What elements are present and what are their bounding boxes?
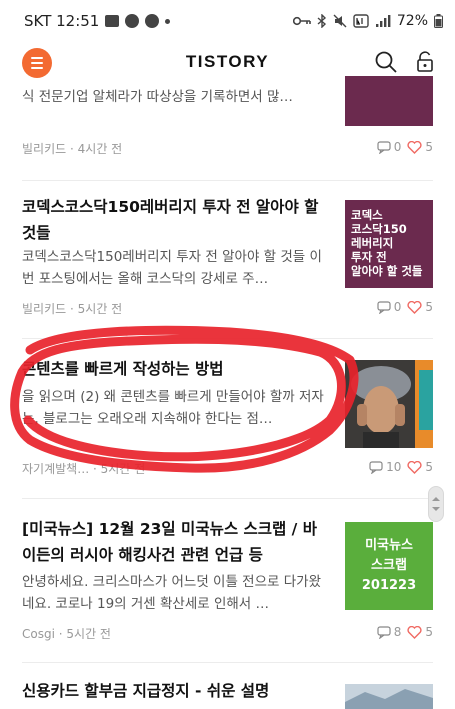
comment-count-value: 0	[393, 300, 402, 314]
divider	[22, 338, 433, 339]
more-notifications-icon	[165, 18, 171, 24]
status-bar-left: SKT 12:51	[24, 12, 171, 30]
comment-icon	[377, 140, 391, 154]
post-title[interactable]: 코덱스코스닥150레버리지 투자 전 알아야 할 것들	[22, 194, 327, 246]
search-icon[interactable]	[374, 50, 398, 74]
post-stats: 0 5	[377, 140, 433, 154]
comment-count-value: 8	[393, 625, 402, 639]
heart-icon	[407, 625, 422, 639]
scroll-up-arrow-icon	[432, 497, 440, 501]
thumbnail-line: 스크랩	[371, 558, 407, 573]
heart-icon	[407, 460, 422, 474]
meta-separator: ·	[70, 302, 78, 316]
post-thumbnail[interactable]	[345, 360, 433, 448]
post-thumbnail[interactable]	[345, 76, 433, 126]
comment-count[interactable]: 8	[377, 625, 402, 639]
post-time: 5시간 전	[77, 302, 123, 316]
comment-count-value: 0	[393, 140, 402, 154]
post-meta: 빌리키드 · 4시간 전	[22, 140, 122, 157]
app-notification-icon	[145, 14, 160, 28]
post-stats: 8 5	[377, 625, 433, 639]
thumbnail-photo	[345, 360, 433, 448]
post-thumbnail[interactable]: 미국뉴스 스크랩 201223	[345, 522, 433, 610]
key-icon	[292, 16, 311, 26]
scroll-down-arrow-icon	[432, 507, 440, 511]
lte-icon	[353, 14, 369, 28]
post-stats: 0 5	[377, 300, 433, 314]
divider	[22, 498, 433, 499]
post-title[interactable]: 콘텐츠를 빠르게 작성하는 방법	[22, 356, 327, 382]
post-time: 5시간 전	[100, 462, 146, 476]
comment-icon	[377, 625, 391, 639]
post-title[interactable]: [미국뉴스] 12월 23일 미국뉴스 스크랩 / 바이든의 러시아 해킹사건 …	[22, 516, 327, 568]
battery-percent: 72%	[396, 13, 428, 29]
fast-scroll-handle[interactable]	[428, 486, 444, 522]
comment-icon	[377, 300, 391, 314]
mute-icon	[333, 14, 347, 28]
lock-icon[interactable]	[415, 51, 435, 73]
like-count[interactable]: 5	[407, 460, 433, 474]
post-thumbnail[interactable]	[345, 684, 433, 709]
thumbnail-photo	[345, 684, 433, 709]
message-icon	[105, 15, 120, 27]
post-thumbnail[interactable]: 코덱스 코스닥150 레버리지 투자 전 알아야 할 것들	[345, 200, 433, 288]
post-item[interactable]: 신용카드 할부금 지급정지 - 쉬운 설명	[0, 664, 455, 709]
post-title[interactable]: 신용카드 할부금 지급정지 - 쉬운 설명	[22, 678, 327, 704]
like-count-value: 5	[425, 300, 433, 314]
like-count[interactable]: 5	[407, 140, 433, 154]
chat-icon	[125, 14, 140, 28]
post-meta: 자기계발책… · 5시간 전	[22, 460, 145, 477]
post-excerpt: 안녕하세요. 크리스마스가 어느덧 이틀 전으로 다가왔네요. 코로나 19의 …	[22, 574, 321, 612]
meta-separator: ·	[93, 462, 101, 476]
status-bar-right: 72%	[292, 13, 443, 29]
heart-icon	[407, 300, 422, 314]
post-item[interactable]: 콘텐츠를 빠르게 작성하는 방법 을 읽으며 (2) 왜 콘텐츠를 빠르게 만들…	[0, 340, 455, 500]
like-count[interactable]: 5	[407, 300, 433, 314]
comment-count[interactable]: 0	[377, 140, 402, 154]
post-stats: 10 5	[369, 460, 433, 474]
like-count-value: 5	[425, 625, 433, 639]
like-count-value: 5	[425, 140, 433, 154]
post-excerpt: 을 읽으며 (2) 왜 콘텐츠를 빠르게 만들어야 할까 저자는, 블로그는 오…	[22, 389, 324, 427]
comment-count[interactable]: 10	[369, 460, 401, 474]
post-author[interactable]: Cosgi	[22, 627, 55, 641]
battery-icon	[434, 14, 443, 28]
divider	[22, 662, 433, 663]
comment-icon	[369, 460, 383, 474]
post-excerpt: 식 전문기업 알체라가 따상상을 기록하면서 많…	[22, 89, 293, 105]
thumbnail-line: 201223	[361, 578, 417, 593]
like-count[interactable]: 5	[407, 625, 433, 639]
post-item[interactable]: 코덱스코스닥150레버리지 투자 전 알아야 할 것들 코덱스코스닥150레버리…	[0, 180, 455, 340]
post-excerpt: 코덱스코스닥150레버리지 투자 전 알아야 할 것들 이번 포스팅에서는 올해…	[22, 249, 322, 287]
thumbnail-text: 코덱스 코스닥150 레버리지 투자 전 알아야 할 것들	[351, 208, 423, 278]
post-author[interactable]: 자기계발책…	[22, 462, 89, 476]
post-item[interactable]: [미국뉴스] 12월 23일 미국뉴스 스크랩 / 바이든의 러시아 해킹사건 …	[0, 500, 455, 662]
post-time: 5시간 전	[66, 627, 111, 641]
carrier-time: SKT 12:51	[24, 12, 100, 30]
post-time: 4시간 전	[77, 142, 123, 156]
post-item[interactable]: 식 전문기업 알체라가 따상상을 기록하면서 많… 빌리키드 · 4시간 전 0…	[0, 76, 455, 180]
comment-count-value: 10	[386, 460, 402, 474]
comment-count[interactable]: 0	[377, 300, 402, 314]
meta-separator: ·	[70, 142, 78, 156]
post-author[interactable]: 빌리키드	[22, 142, 66, 156]
heart-icon	[407, 140, 422, 154]
post-author[interactable]: 빌리키드	[22, 302, 66, 316]
like-count-value: 5	[425, 460, 433, 474]
bluetooth-icon	[317, 14, 326, 28]
post-meta: Cosgi · 5시간 전	[22, 625, 111, 642]
post-meta: 빌리키드 · 5시간 전	[22, 300, 122, 317]
status-bar: SKT 12:51 72%	[0, 0, 455, 42]
signal-icon	[375, 15, 391, 27]
thumbnail-line: 미국뉴스	[365, 538, 413, 553]
